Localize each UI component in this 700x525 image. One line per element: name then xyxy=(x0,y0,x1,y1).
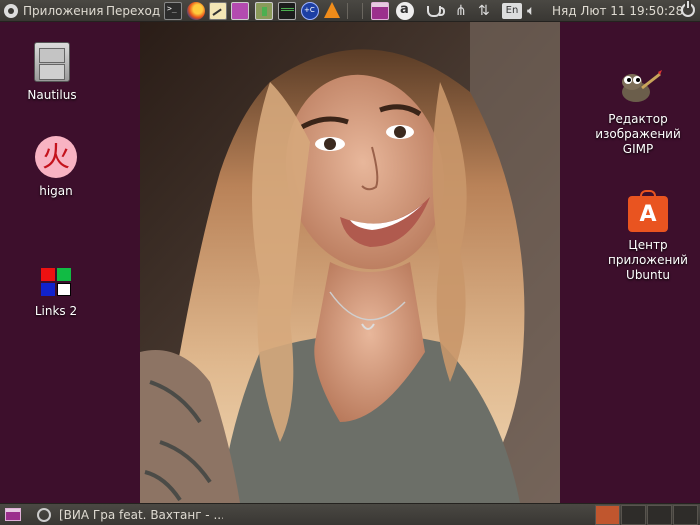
desktop-icon-label: Центр приложений Ubuntu xyxy=(608,238,688,282)
network-tool-icon[interactable] xyxy=(301,2,319,20)
network-arrows-icon[interactable]: ⇅ xyxy=(478,2,490,20)
accounts-icon[interactable] xyxy=(396,2,414,20)
desktop-icon-gimp[interactable]: Редактор изображений GIMP xyxy=(585,66,691,157)
links-icon xyxy=(39,268,73,298)
usb-device-icon[interactable]: ⋔ xyxy=(455,2,467,20)
portrait-photo xyxy=(140,22,560,503)
top-panel: Приложения Переход ⋔ ⇅ En 🔈︎ Няд Лют 11 … xyxy=(0,0,700,22)
clock[interactable]: Няд Лют 11 19:50:28 xyxy=(552,3,683,19)
file-cabinet-icon xyxy=(34,42,70,82)
window-list-icon[interactable] xyxy=(371,2,389,20)
firefox-launcher-icon[interactable] xyxy=(187,2,205,20)
places-menu[interactable]: Переход xyxy=(106,3,160,19)
screenshot-launcher-icon[interactable] xyxy=(231,2,249,20)
taskbar-window-button[interactable]: [ВИА Гра feat. Вахтанг - ... xyxy=(33,505,223,524)
media-player-icon xyxy=(37,507,51,522)
distro-logo-icon xyxy=(4,4,18,18)
system-monitor-icon[interactable] xyxy=(278,2,296,20)
keyboard-layout-indicator[interactable]: En xyxy=(502,3,522,19)
shopping-bag-icon: A xyxy=(628,190,668,232)
power-icon[interactable] xyxy=(681,1,695,17)
desktop-icon-label: Nautilus xyxy=(27,88,77,102)
system-monitor-chart-icon[interactable] xyxy=(209,2,227,20)
taskbar-window-title: [ВИА Гра feat. Вахтанг - ... xyxy=(59,507,223,522)
desktop-icon-links2[interactable]: Links 2 xyxy=(20,268,92,319)
gimp-icon xyxy=(614,66,662,106)
workspace-4[interactable] xyxy=(673,505,698,525)
file-download-icon[interactable] xyxy=(255,2,273,20)
workspace-1[interactable] xyxy=(595,505,620,525)
desktop-icon-higan[interactable]: 火 higan xyxy=(20,136,92,199)
panel-separator xyxy=(347,3,348,19)
applications-menu[interactable]: Приложения xyxy=(4,3,104,19)
workspace-3[interactable] xyxy=(647,505,672,525)
applications-menu-label: Приложения xyxy=(23,4,104,18)
desktop-icon-label: Редактор изображений GIMP xyxy=(595,112,681,156)
desktop-icon-label: higan xyxy=(39,184,73,198)
bottom-panel: [ВИА Гра feat. Вахтанг - ... xyxy=(0,503,700,525)
volume-icon[interactable]: 🔈︎ xyxy=(527,2,535,20)
workspace-2[interactable] xyxy=(621,505,646,525)
panel-separator xyxy=(362,3,363,19)
desktop-icon-label: Links 2 xyxy=(34,304,78,318)
desktop-icon-software-center[interactable]: A Центр приложений Ubuntu xyxy=(600,190,696,283)
higan-fire-icon: 火 xyxy=(35,136,77,178)
desktop-icon-nautilus[interactable]: Nautilus xyxy=(20,42,84,103)
show-desktop-button[interactable] xyxy=(5,508,21,521)
terminal-launcher-icon[interactable] xyxy=(164,2,182,20)
vlc-launcher-icon[interactable] xyxy=(324,2,340,18)
caffeine-cup-icon[interactable] xyxy=(427,6,445,17)
